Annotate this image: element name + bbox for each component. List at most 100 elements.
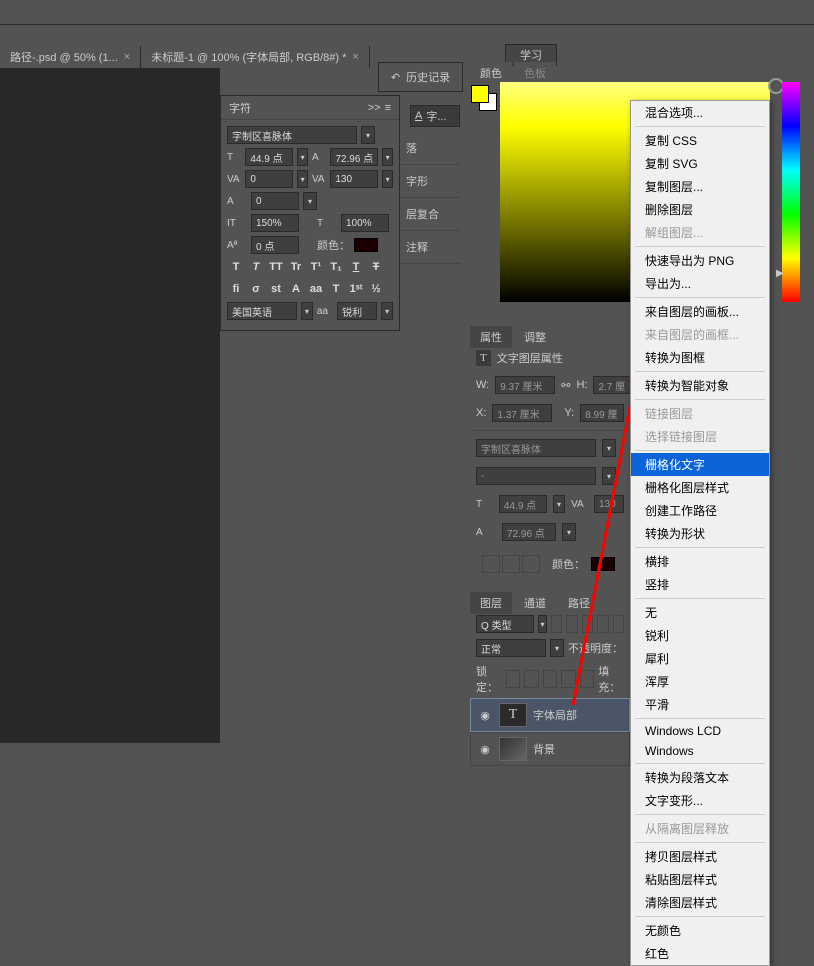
baseline-shift-input[interactable] [251,236,299,254]
visibility-icon[interactable]: ◉ [477,741,493,757]
menu-item[interactable]: 转换为段落文本 [631,766,769,789]
menu-item[interactable]: 无颜色 [631,919,769,942]
menu-item[interactable]: 犀利 [631,647,769,670]
close-icon[interactable]: × [124,51,130,63]
glyphs-panel-hint[interactable]: 字形 [400,165,460,198]
dropdown-icon[interactable]: ▾ [550,639,564,657]
channels-tab[interactable]: 通道 [514,592,556,614]
history-panel-button[interactable]: ↶ 历史记录 [378,62,463,92]
dropdown-icon[interactable]: ▾ [301,302,313,320]
menu-item[interactable]: 复制图层... [631,175,769,198]
tracking-input[interactable] [330,170,378,188]
menu-item[interactable]: 导出为... [631,272,769,295]
layer-thumbnail[interactable] [499,737,527,761]
dropdown-icon[interactable]: ▾ [297,148,308,166]
subscript-button[interactable]: T₁ [327,258,345,276]
superscript-button[interactable]: T¹ [307,258,325,276]
italic-button[interactable]: T [247,258,265,276]
dropdown-icon[interactable]: ▾ [297,170,308,188]
lock-transparency-button[interactable] [506,670,521,688]
blend-mode-input[interactable] [476,639,546,657]
lock-position-button[interactable] [543,670,558,688]
strikethrough-button[interactable]: Ŧ [367,258,385,276]
props-leading-input[interactable] [502,523,556,541]
contextual-alt-button[interactable]: σ [247,280,265,298]
menu-item[interactable]: 清除图层样式 [631,891,769,914]
menu-item[interactable]: 混合选项... [631,101,769,124]
menu-item[interactable]: 转换为智能对象 [631,374,769,397]
menu-item[interactable]: 复制 CSS [631,129,769,152]
layer-filter-input[interactable] [476,615,534,633]
width-input[interactable] [495,376,555,394]
discretionary-lig-button[interactable]: st [267,280,285,298]
properties-tab[interactable]: 属性 [470,326,512,348]
menu-item[interactable]: Windows LCD [631,721,769,741]
menu-item[interactable]: 平滑 [631,693,769,716]
filter-adjust-button[interactable] [566,615,577,633]
smallcaps-button[interactable]: Tr [287,258,305,276]
menu-item[interactable]: 创建工作路径 [631,499,769,522]
menu-item[interactable]: 竖排 [631,573,769,596]
underline-button[interactable]: T [347,258,365,276]
swatches-tab[interactable]: 色板 [514,62,556,82]
antialiasing-input[interactable] [337,302,377,320]
menu-item[interactable]: Windows [631,741,769,761]
notes-panel-hint[interactable]: 注释 [400,231,460,264]
layer-thumbnail[interactable]: T [499,703,527,727]
stylistic-alt-button[interactable]: aa [307,280,325,298]
layers-tab[interactable]: 图层 [470,592,512,614]
layer-item-background[interactable]: ◉ 背景 [470,732,630,766]
vertical-scale-input[interactable] [251,214,299,232]
menu-item[interactable]: 拷贝图层样式 [631,845,769,868]
lock-artboard-button[interactable] [561,670,576,688]
leading-input[interactable] [330,148,378,166]
menu-item[interactable]: 浑厚 [631,670,769,693]
dropdown-icon[interactable]: ▾ [381,302,393,320]
filter-pixel-button[interactable] [551,615,562,633]
menu-item[interactable]: 文字变形... [631,789,769,812]
hue-slider[interactable] [782,82,800,302]
filter-smart-button[interactable] [613,615,624,633]
menu-item[interactable]: 栅格化文字 [631,453,769,476]
menu-item[interactable]: 快速导出为 PNG [631,249,769,272]
character-panel-toggle[interactable]: A 字... [410,105,460,127]
font-family-input[interactable] [227,126,357,144]
lock-all-button[interactable] [580,670,595,688]
allcaps-button[interactable]: TT [267,258,285,276]
paragraph-panel-hint[interactable]: 落 [400,132,460,165]
menu-item[interactable]: 复制 SVG [631,152,769,175]
adjustments-tab[interactable]: 调整 [514,326,556,348]
text-color-swatch[interactable] [354,238,378,252]
align-right-button[interactable] [522,555,540,573]
menu-item[interactable]: 删除图层 [631,198,769,221]
menu-item[interactable]: 红色 [631,942,769,965]
dropdown-icon[interactable]: ▾ [361,126,375,144]
menu-item[interactable]: 无 [631,601,769,624]
props-font-input[interactable] [476,439,596,457]
filter-shape-button[interactable] [597,615,608,633]
font-size-input[interactable] [245,148,293,166]
foreground-color-swatch[interactable] [471,85,489,103]
menu-item[interactable]: 锐利 [631,624,769,647]
layer-item-text[interactable]: ◉ T 字体局部 [470,698,630,732]
align-center-button[interactable] [502,555,520,573]
document-tab-1[interactable]: 路径-.psd @ 50% (1... × [0,46,141,68]
dropdown-icon[interactable]: ▾ [382,170,393,188]
color-tab[interactable]: 颜色 [470,62,512,82]
layer-name[interactable]: 背景 [533,741,555,757]
titling-alt-button[interactable]: T [327,280,345,298]
filter-type-button[interactable] [582,615,593,633]
visibility-icon[interactable]: ◉ [477,707,493,723]
menu-item[interactable]: 来自图层的画板... [631,300,769,323]
dropdown-icon[interactable]: ▾ [602,467,616,485]
paths-tab[interactable]: 路径 [558,592,600,614]
lock-pixels-button[interactable] [524,670,539,688]
dropdown-icon[interactable]: ▾ [538,615,547,633]
dropdown-icon[interactable]: ▾ [602,439,616,457]
layer-name[interactable]: 字体局部 [533,707,577,723]
dropdown-icon[interactable]: ▾ [303,192,317,210]
align-left-button[interactable] [482,555,500,573]
y-input[interactable] [580,404,624,422]
menu-item[interactable]: 横排 [631,550,769,573]
canvas-area[interactable] [0,68,220,743]
